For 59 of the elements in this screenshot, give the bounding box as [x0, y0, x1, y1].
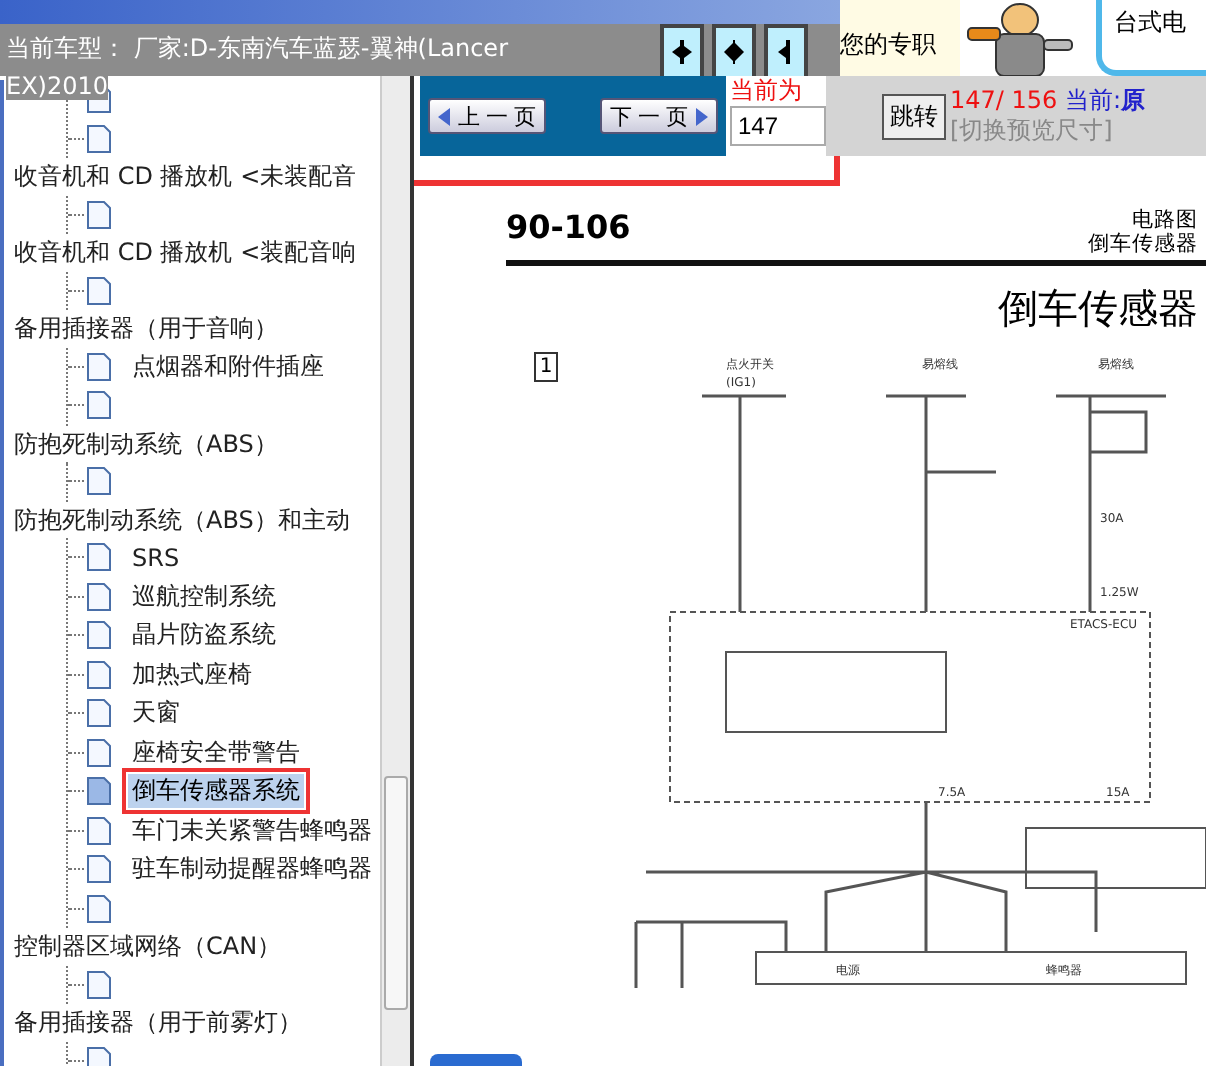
document-icon [86, 815, 112, 846]
mode-value: 原 [1121, 86, 1146, 114]
nav-button[interactable] [660, 24, 704, 76]
page-number: 90-106 [506, 208, 631, 250]
promo-text: 您的专职 [840, 30, 936, 58]
figure-number: 1 [534, 352, 558, 382]
document-icon [86, 123, 112, 154]
nav-button[interactable] [764, 24, 808, 76]
document-title: 倒车传感器 [996, 282, 1200, 336]
tree-item[interactable]: 晶片防盗系统 [128, 618, 280, 653]
scrollbar[interactable] [379, 76, 410, 1066]
document-icon [86, 659, 112, 690]
document-icon [86, 390, 112, 421]
tree-item[interactable]: 车门未关紧警告蜂鸣器 [128, 813, 376, 848]
current-label: 当前为 [730, 76, 804, 104]
section-subtitle: 倒车传感器 [1088, 232, 1198, 256]
document-icon [86, 737, 112, 768]
document-icon [86, 776, 112, 807]
nav-button[interactable] [712, 24, 756, 76]
tree-item[interactable]: 倒车传感器系统 [128, 774, 304, 809]
right-arrow-icon [694, 107, 708, 125]
ad-text: 台式电 [1114, 8, 1186, 36]
document-icon [86, 698, 112, 729]
tree-item[interactable]: 座椅安全带警告 [128, 735, 304, 770]
jump-button[interactable]: 跳转 [882, 93, 946, 139]
tree-category[interactable]: 备用插接器（用于前雾灯） [14, 1008, 302, 1036]
tree-item[interactable]: 加热式座椅 [128, 657, 256, 692]
tree-category[interactable]: 控制器区域网络（CAN） [14, 932, 282, 960]
document-icon [86, 969, 112, 1000]
document-icon [86, 854, 112, 885]
document-icon [86, 581, 112, 612]
tree-category[interactable]: 防抱死制动系统（ABS）和主动 [14, 505, 350, 533]
document-icon [86, 542, 112, 573]
document-icon [86, 275, 112, 306]
page-count: 147/ 156 [950, 86, 1058, 114]
document-icon [86, 466, 112, 497]
document-icon [86, 199, 112, 230]
page-input[interactable]: 147 [730, 106, 826, 146]
document-icon [86, 620, 112, 651]
tree-item[interactable]: 驻车制动提醒器蜂鸣器 [128, 852, 376, 887]
tree-category[interactable]: 防抱死制动系统（ABS） [14, 429, 278, 457]
tree-item[interactable]: 巡航控制系统 [128, 579, 280, 614]
prev-page-button[interactable]: 上 一 页 [428, 98, 547, 134]
tree-category[interactable]: 收音机和 CD 播放机 <装配音响 [14, 238, 357, 266]
tree-item[interactable]: SRS [128, 543, 184, 572]
arrow-icon [668, 38, 696, 66]
mode-label: 当前: [1065, 86, 1122, 114]
tree-item[interactable]: 天窗 [128, 696, 184, 731]
scroll-thumb[interactable] [383, 776, 408, 1010]
section-title: 电路图 [1132, 208, 1198, 232]
tree-category[interactable]: 备用插接器（用于音响） [14, 314, 278, 342]
document-icon [86, 351, 112, 382]
tree-category[interactable]: 收音机和 CD 播放机 <未装配音 [14, 162, 357, 190]
arrow-icon [720, 38, 748, 66]
page-tab[interactable] [430, 1054, 522, 1066]
tree-item[interactable]: 点烟器和附件插座 [128, 349, 328, 384]
left-arrow-icon [438, 107, 452, 125]
document-icon [86, 893, 112, 924]
next-page-button[interactable]: 下 一 页 [599, 98, 718, 134]
